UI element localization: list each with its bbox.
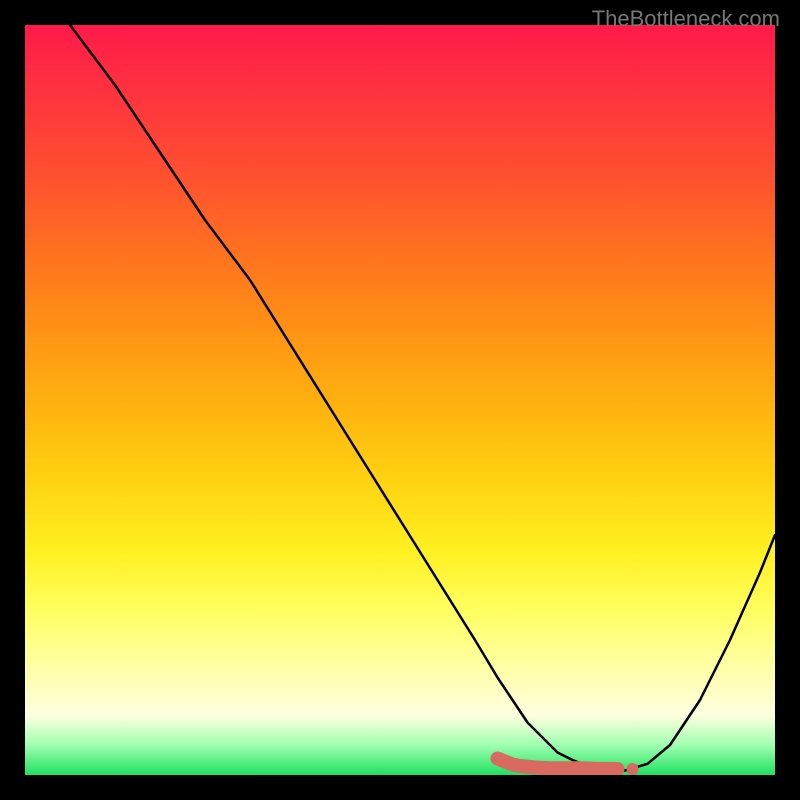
watermark-text: TheBottleneck.com	[592, 6, 780, 32]
optimal-zone-markers	[498, 759, 639, 776]
optimal-zone-end-dot	[627, 763, 639, 775]
chart-svg	[25, 25, 775, 775]
bottleneck-curve-path	[70, 25, 775, 771]
chart-plot-area	[25, 25, 775, 775]
optimal-zone-stroke	[498, 759, 618, 770]
